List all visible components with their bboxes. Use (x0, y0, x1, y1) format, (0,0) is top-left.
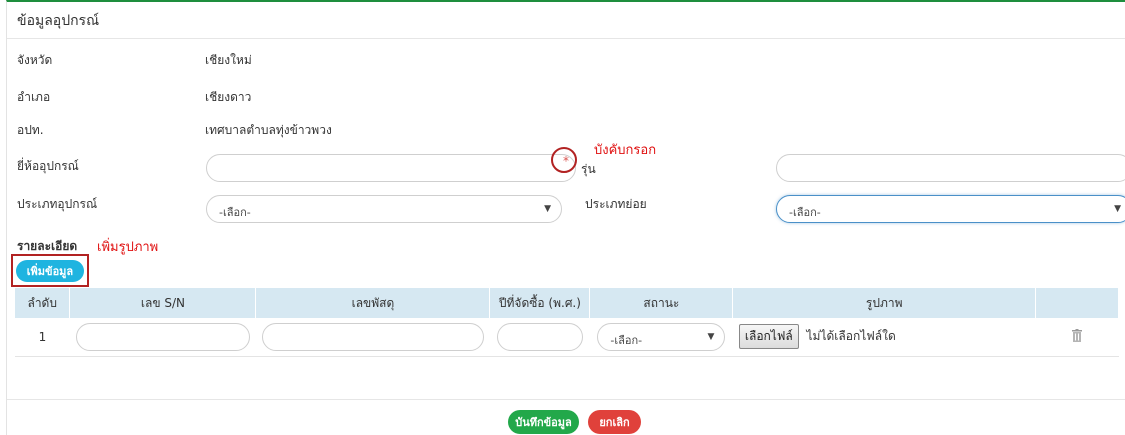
type-label: ประเภทอุปกรณ์ (17, 197, 98, 211)
type-select[interactable]: -เลือก- ▼ (206, 195, 562, 223)
district-label: อำเภอ (17, 90, 51, 104)
caret-down-icon: ▼ (707, 331, 715, 342)
status-select[interactable]: -เลือก- ▼ (597, 322, 726, 351)
row-no: 1 (15, 318, 70, 357)
add-image-annotation-text: เพิ่มรูปภาพ (97, 240, 159, 255)
equipment-panel: ข้อมูลอุปกรณ์ จังหวัด เชียงใหม่ อำเภอ เช… (6, 0, 1125, 435)
col-sn-header: เลข S/N (69, 288, 257, 318)
subtype-select[interactable]: -เลือก- ▼ (776, 195, 1125, 223)
col-image-header: รูปภาพ (732, 288, 1037, 318)
province-value: เชียงใหม่ (205, 53, 252, 67)
subtype-select-value: -เลือก- (789, 206, 821, 219)
equipment-table: ลำดับ เลข S/N เลขพัสดุ ปีที่จัดซื้อ (พ.ศ… (15, 288, 1119, 357)
panel-title: ข้อมูลอุปกรณ์ (17, 13, 100, 29)
org-label: อปท. (17, 123, 44, 137)
province-label: จังหวัด (17, 53, 53, 67)
subtype-label: ประเภทย่อย (585, 197, 647, 211)
district-value: เชียงดาว (205, 90, 252, 104)
asset-no-input[interactable] (261, 322, 484, 351)
file-status-text: ไม่ได้เลือกไฟล์ใด (806, 329, 896, 344)
table-row: 1 -เลือก- ▼ เลือกไฟล์ ไม่ได้เลือกไฟล์ใด (15, 318, 1119, 357)
sn-input[interactable] (75, 322, 250, 351)
required-annotation-circle (551, 147, 577, 173)
year-input[interactable] (496, 322, 583, 351)
trash-icon[interactable] (1072, 328, 1083, 342)
status-select-value: -เลือก- (610, 333, 643, 347)
choose-file-button[interactable]: เลือกไฟล์ (738, 324, 799, 350)
org-value: เทศบาลตำบลทุ่งข้าวพวง (205, 123, 332, 137)
table-header-row: ลำดับ เลข S/N เลขพัสดุ ปีที่จัดซื้อ (พ.ศ… (15, 288, 1119, 318)
col-year-header: ปีที่จัดซื้อ (พ.ศ.) (489, 288, 591, 318)
col-action-header (1035, 288, 1119, 318)
brand-input[interactable] (206, 154, 576, 182)
col-status-header: สถานะ (589, 288, 734, 318)
col-asset-header: เลขพัสดุ (255, 288, 491, 318)
footer-divider (7, 399, 1125, 400)
save-button[interactable]: บันทึกข้อมูล (508, 410, 579, 434)
model-input[interactable] (776, 154, 1125, 182)
cancel-button[interactable]: ยกเลิก (588, 410, 641, 434)
model-label: รุ่น (581, 162, 596, 176)
title-divider (7, 38, 1125, 39)
caret-down-icon: ▼ (1114, 204, 1121, 214)
add-row-button[interactable]: เพิ่มข้อมูล (16, 260, 84, 282)
required-annotation-text: บังคับกรอก (594, 143, 657, 158)
brand-label: ยี่ห้ออุปกรณ์ (17, 159, 79, 173)
type-select-value: -เลือก- (219, 206, 251, 219)
col-no-header: ลำดับ (15, 288, 71, 318)
caret-down-icon: ▼ (544, 204, 551, 214)
